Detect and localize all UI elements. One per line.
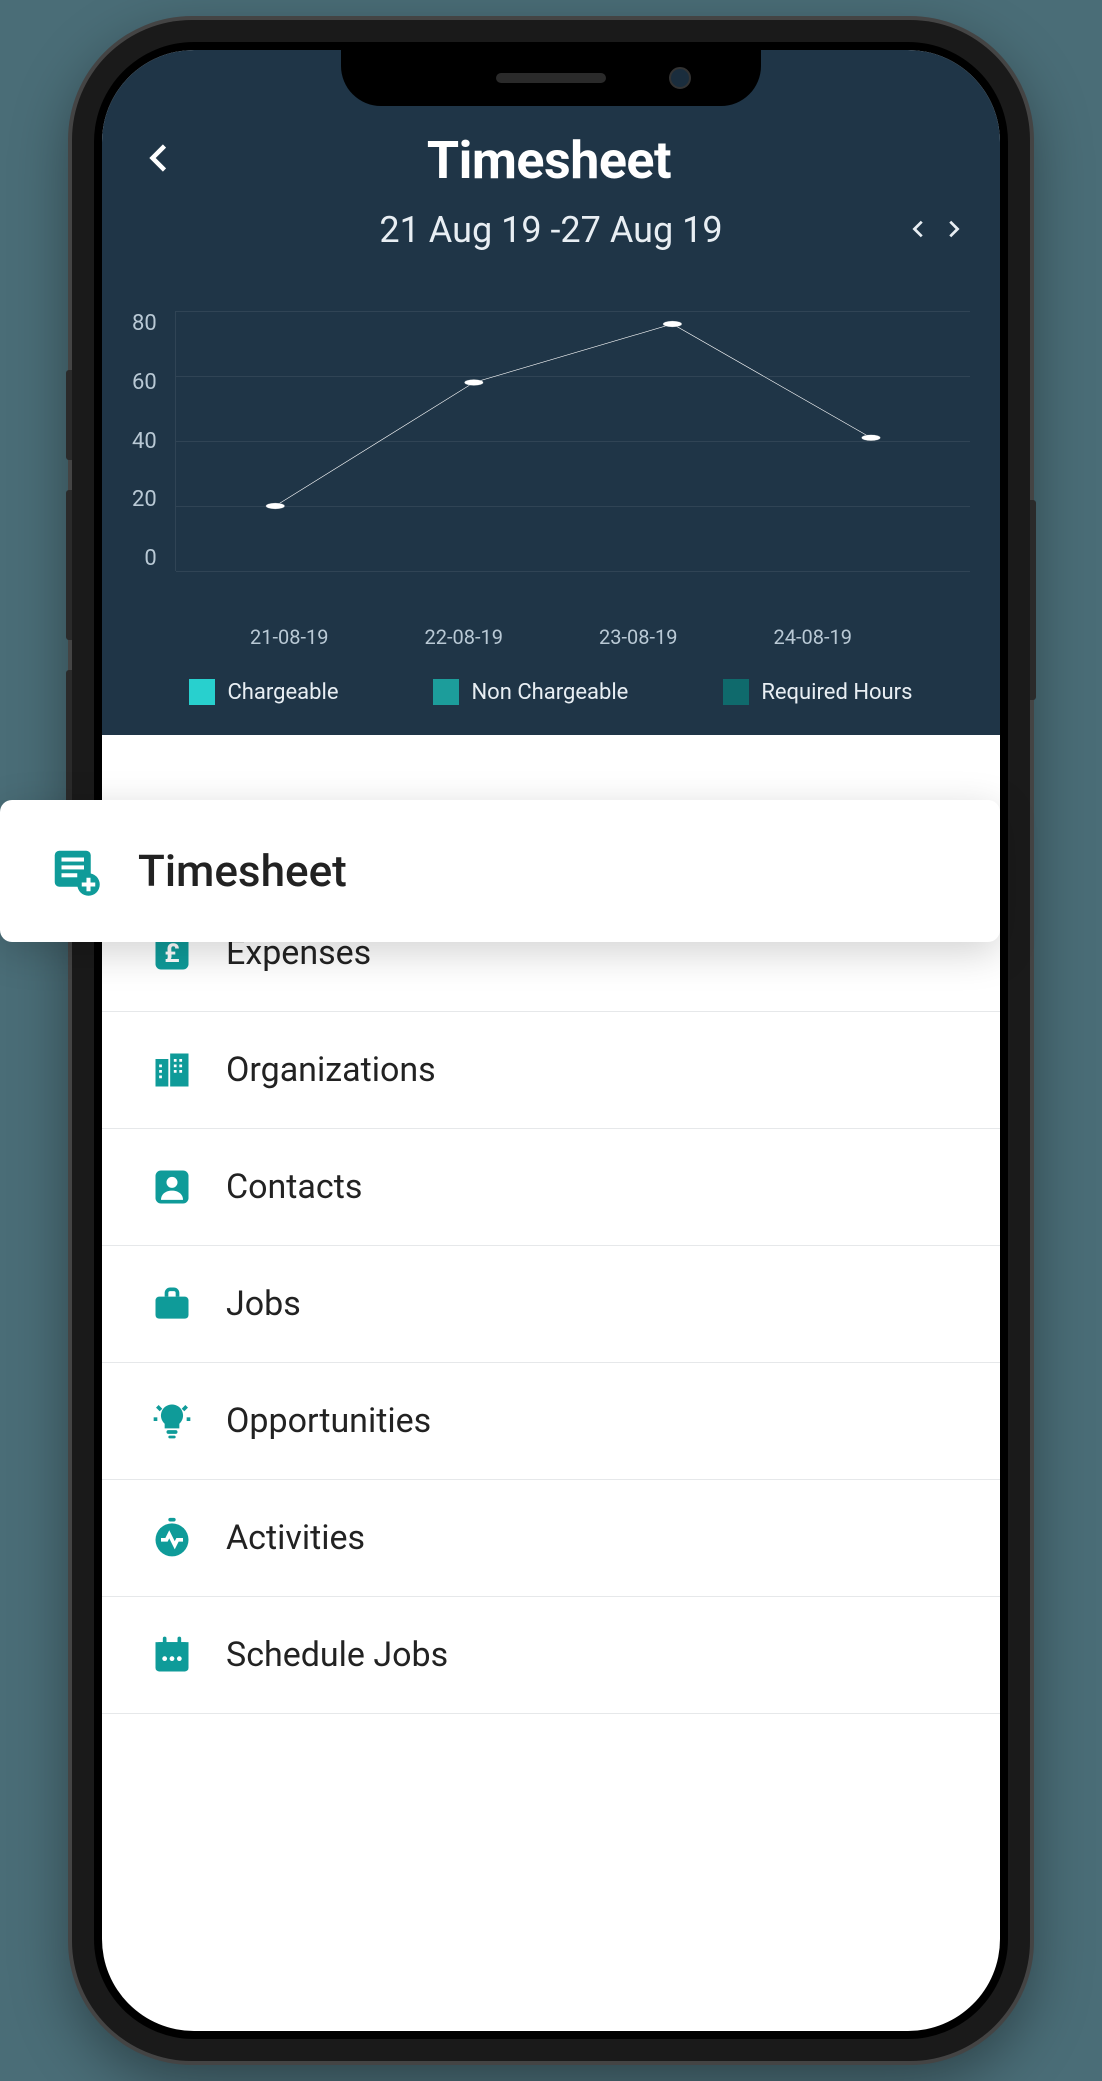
y-tick: 60 (132, 370, 157, 395)
x-tick: 24-08-19 (774, 625, 853, 649)
lightbulb-icon (150, 1399, 194, 1443)
legend-chargeable: Chargeable (189, 679, 338, 705)
volume-down-button (66, 670, 72, 820)
chart-y-axis: 80 60 40 20 0 (132, 311, 175, 571)
menu-item-label: Schedule Jobs (226, 1635, 448, 1675)
chart-x-axis: 21-08-19 22-08-19 23-08-19 24-08-19 (132, 611, 970, 649)
legend-non-chargeable: Non Chargeable (433, 679, 628, 705)
date-next-icon[interactable] (942, 214, 964, 247)
x-tick: 22-08-19 (425, 625, 504, 649)
svg-text:£: £ (164, 939, 179, 969)
timesheet-chart: 80 60 40 20 0 (102, 281, 1000, 735)
date-range-label: 21 Aug 19 -27 Aug 19 (379, 209, 722, 251)
date-nav (908, 214, 964, 247)
phone-frame: Timesheet 21 Aug 19 -27 Aug 19 (72, 20, 1030, 2061)
building-icon (150, 1048, 194, 1092)
y-tick: 40 (132, 429, 157, 454)
mute-switch (66, 370, 72, 460)
front-camera (669, 67, 691, 89)
page-title: Timesheet (178, 130, 920, 191)
app-screen: Timesheet 21 Aug 19 -27 Aug 19 (102, 50, 1000, 2031)
menu-item-activities[interactable]: Activities (102, 1480, 1000, 1597)
menu-item-label: Jobs (226, 1284, 301, 1324)
contact-icon (150, 1165, 194, 1209)
volume-up-button (66, 490, 72, 640)
menu-item-label: Timesheet (138, 845, 347, 897)
y-tick: 0 (144, 546, 156, 571)
back-icon[interactable] (142, 135, 178, 187)
menu-item-label: Activities (226, 1518, 365, 1558)
chart-plot-area (175, 311, 970, 571)
menu-item-contacts[interactable]: Contacts (102, 1129, 1000, 1246)
activity-icon (150, 1516, 194, 1560)
x-tick: 21-08-19 (250, 625, 329, 649)
briefcase-icon (150, 1282, 194, 1326)
date-prev-icon[interactable] (908, 214, 930, 247)
menu-item-jobs[interactable]: Jobs (102, 1246, 1000, 1363)
legend-required-hours: Required Hours (723, 679, 912, 705)
menu-item-schedule-jobs[interactable]: Schedule Jobs (102, 1597, 1000, 1714)
speaker-grille (496, 73, 606, 83)
menu-item-label: Contacts (226, 1167, 362, 1207)
x-tick: 23-08-19 (599, 625, 678, 649)
menu-item-timesheet-active[interactable]: Timesheet (0, 800, 1000, 942)
y-tick: 80 (132, 311, 157, 336)
power-button (1030, 500, 1036, 700)
menu-item-label: Opportunities (226, 1401, 431, 1441)
chart-legend: Chargeable Non Chargeable Required Hours (132, 649, 970, 715)
phone-notch (341, 50, 761, 106)
menu-item-organizations[interactable]: Organizations (102, 1012, 1000, 1129)
timesheet-add-icon (48, 844, 102, 898)
y-tick: 20 (132, 487, 157, 512)
menu-item-opportunities[interactable]: Opportunities (102, 1363, 1000, 1480)
calendar-icon (150, 1633, 194, 1677)
menu-item-label: Organizations (226, 1050, 436, 1090)
